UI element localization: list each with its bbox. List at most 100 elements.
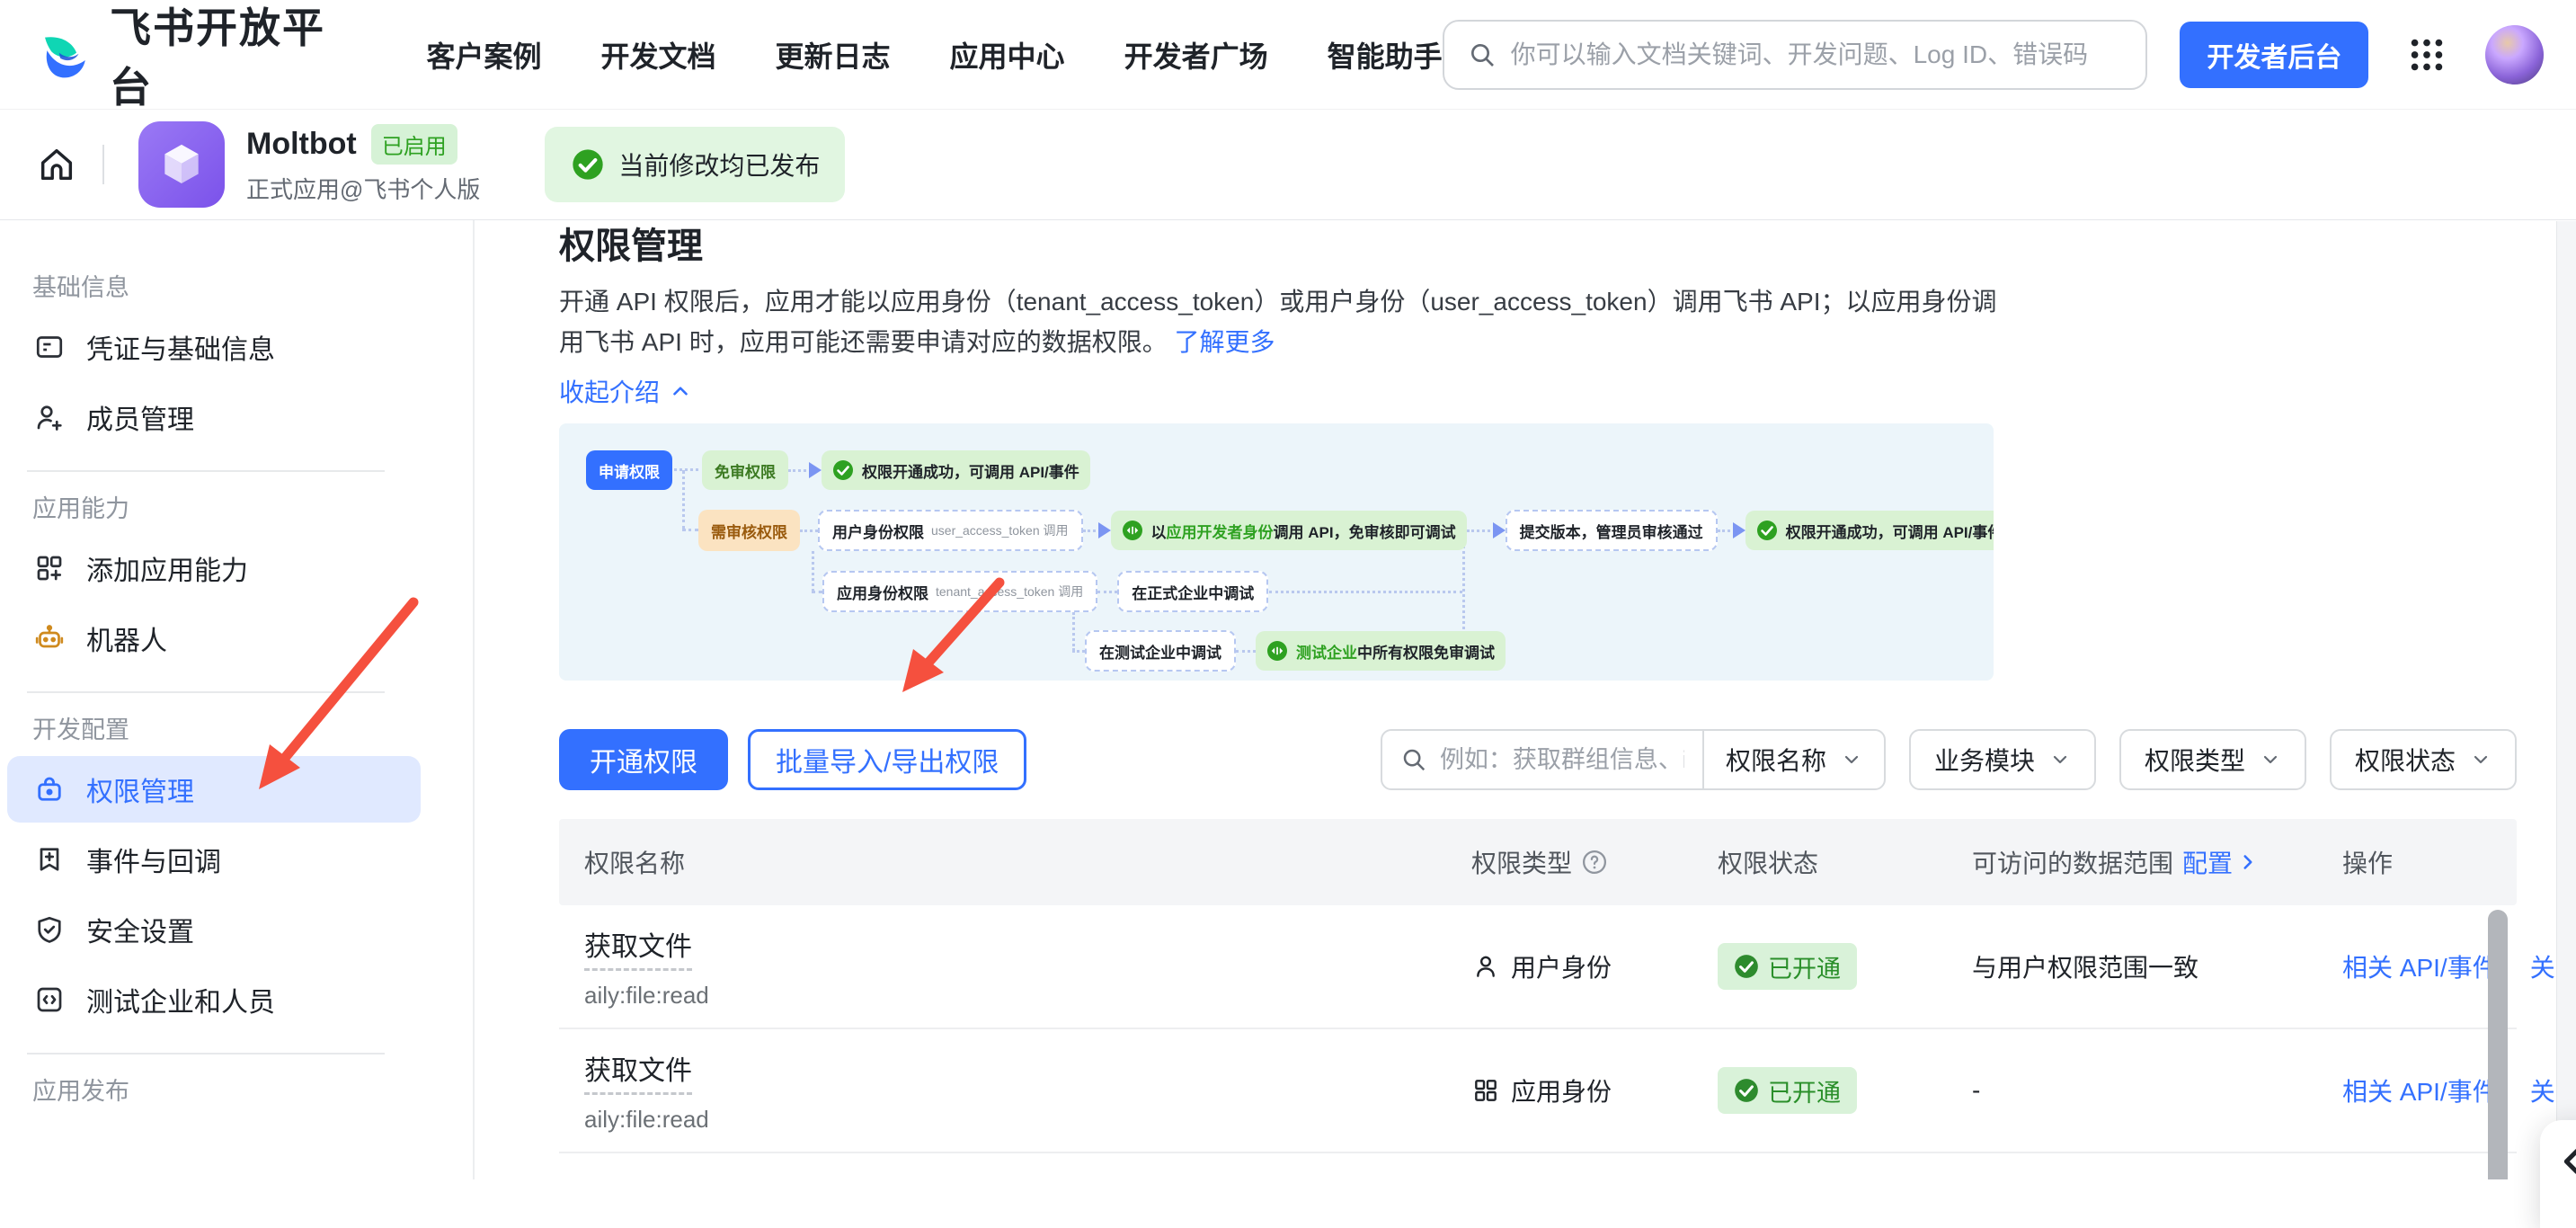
permission-type-cell: 用户身份 <box>1471 948 1718 984</box>
sidebar-item-security[interactable]: 安全设置 <box>7 896 421 963</box>
search-icon <box>1400 746 1427 773</box>
app-header-bar: Moltbot 已启用 正式应用@飞书个人版 当前修改均已发布 <box>0 110 2576 220</box>
divider <box>27 691 385 693</box>
search-field-select[interactable]: 权限名称 <box>1704 742 1884 778</box>
related-api-link[interactable]: 相关 API/事件 <box>2342 948 2498 984</box>
chevron-left-icon[interactable] <box>2554 1143 2576 1179</box>
apps-grid-icon[interactable] <box>2406 34 2447 76</box>
divider <box>27 1053 385 1054</box>
nav-item-app-center[interactable]: 应用中心 <box>950 34 1065 76</box>
diagram-row-apply: 申请权限 免审权限 权限开通成功，可调用 API/事件 <box>586 450 1090 490</box>
check-circle-icon <box>1756 520 1778 541</box>
credential-card-icon <box>32 330 67 364</box>
learn-more-link[interactable]: 了解更多 <box>1174 328 1275 356</box>
permission-name-cell: 获取文件 aily:file:read <box>559 924 1471 1010</box>
sidebar-item-label: 安全设置 <box>86 910 194 949</box>
user-identity-icon <box>1471 952 1500 981</box>
publish-status-pill: 当前修改均已发布 <box>545 127 845 202</box>
check-circle-icon <box>832 459 854 481</box>
permission-search: 权限名称 <box>1381 729 1886 790</box>
connector <box>800 529 818 532</box>
nav-item-docs[interactable]: 开发文档 <box>601 34 716 76</box>
chevron-down-icon <box>2260 749 2281 770</box>
app-identity-icon <box>1471 1076 1500 1105</box>
sidebar: 基础信息 凭证与基础信息 成员管理 应用能力 添加应用能力 <box>0 220 475 1179</box>
page-title: 权限管理 <box>559 226 2554 267</box>
app-enabled-badge: 已启用 <box>371 124 457 165</box>
permission-name[interactable]: 获取文件 <box>584 924 692 971</box>
related-api-link[interactable]: 相关 API/事件 <box>2342 1072 2498 1108</box>
status-badge: 已开通 <box>1718 943 1857 990</box>
col-header-scope: 可访问的数据范围 配置 <box>1972 844 2342 880</box>
node-apply-permission: 申请权限 <box>586 450 672 490</box>
connector <box>812 591 822 593</box>
help-icon[interactable] <box>1581 849 1608 876</box>
open-permission-button[interactable]: 开通权限 <box>559 729 728 790</box>
node-label: 以应用开发者身份调用 API，免审核即可调试 <box>1151 520 1456 542</box>
app-name: Moltbot <box>246 127 357 162</box>
robot-icon <box>32 621 67 655</box>
nav-item-changelog[interactable]: 更新日志 <box>776 34 891 76</box>
chevron-down-icon <box>1841 749 1862 770</box>
chevron-up-icon <box>669 379 692 403</box>
sidebar-item-permissions[interactable]: 权限管理 <box>7 756 421 823</box>
data-scope-cell: 与用户权限范围一致 <box>1972 948 2342 984</box>
table-header: 权限名称 权限类型 权限状态 可访问的数据范围 配置 操作 <box>559 819 2517 905</box>
chevron-down-icon <box>2049 749 2071 770</box>
permission-name[interactable]: 获取文件 <box>584 1048 692 1095</box>
sidebar-item-label: 凭证与基础信息 <box>86 327 275 367</box>
user-avatar[interactable] <box>2485 25 2544 85</box>
divider <box>102 145 104 184</box>
bookmark-plus-icon <box>32 842 67 877</box>
nav-item-dev-plaza[interactable]: 开发者广场 <box>1124 34 1268 76</box>
node-app-identity-perm: 应用身份权限 tenant_access_token 调用 <box>822 571 1097 612</box>
table-scrollbar-thumb[interactable] <box>2488 910 2508 1179</box>
module-filter-select[interactable]: 业务模块 <box>1909 729 2096 790</box>
diagram-row-app-identity: 应用身份权限 tenant_access_token 调用 在正式企业中调试 <box>822 571 1268 612</box>
sidebar-item-bot[interactable]: 机器人 <box>7 605 421 672</box>
app-icon <box>138 121 225 208</box>
sidebar-item-label: 事件与回调 <box>86 840 221 879</box>
permission-search-input[interactable] <box>1440 746 1684 774</box>
sidebar-item-members[interactable]: 成员管理 <box>7 384 421 450</box>
permission-type: 用户身份 <box>1511 948 1612 984</box>
node-label: 在测试企业中调试 <box>1099 640 1221 663</box>
connector <box>1236 650 1256 653</box>
sidebar-section-publish: 应用发布 <box>32 1076 473 1107</box>
batch-import-export-button[interactable]: 批量导入/导出权限 <box>748 729 1026 790</box>
filter-group: 权限名称 业务模块 权限类型 权限状态 <box>1381 729 2517 790</box>
node-label: 权限开通成功，可调用 API/事件 <box>1786 520 1994 542</box>
nav-menu: 客户案例 开发文档 更新日志 应用中心 开发者广场 智能助手 <box>427 34 1443 76</box>
global-search[interactable] <box>1443 20 2148 90</box>
nav-item-assistant[interactable]: 智能助手 <box>1328 34 1443 76</box>
type-filter-value: 权限类型 <box>2145 742 2245 778</box>
sidebar-item-add-capability[interactable]: 添加应用能力 <box>7 535 421 601</box>
permission-search-field[interactable] <box>1382 746 1702 774</box>
page-scrollbar-track[interactable] <box>2556 221 2576 1179</box>
collapse-intro-link[interactable]: 收起介绍 <box>559 373 692 409</box>
permission-code: aily:file:read <box>584 1106 1471 1134</box>
check-circle-icon <box>1734 954 1759 979</box>
dev-console-button[interactable]: 开发者后台 <box>2180 22 2368 88</box>
search-input[interactable] <box>1511 40 2123 69</box>
top-nav: 飞书开放平台 客户案例 开发文档 更新日志 应用中心 开发者广场 智能助手 开发… <box>0 0 2576 110</box>
nav-item-cases[interactable]: 客户案例 <box>427 34 542 76</box>
node-success-1: 权限开通成功，可调用 API/事件 <box>822 450 1090 490</box>
sidebar-item-events[interactable]: 事件与回调 <box>7 826 421 893</box>
floating-collapse-widget[interactable] <box>2540 1120 2576 1228</box>
status-filter-select[interactable]: 权限状态 <box>2330 729 2517 790</box>
collapse-intro-label: 收起介绍 <box>559 373 660 409</box>
type-filter-select[interactable]: 权限类型 <box>2119 729 2306 790</box>
sidebar-item-test-org[interactable]: 测试企业和人员 <box>7 966 421 1033</box>
node-need-review: 需审核权限 <box>698 510 800 551</box>
scope-config-link[interactable]: 配置 <box>2182 844 2260 880</box>
permission-table: 权限名称 权限类型 权限状态 可访问的数据范围 配置 操作 <box>559 819 2517 1153</box>
sidebar-item-credentials[interactable]: 凭证与基础信息 <box>7 314 421 380</box>
permission-status-cell: 已开通 <box>1718 1067 1972 1114</box>
app-subtitle: 正式应用@飞书个人版 <box>246 172 480 205</box>
node-no-review: 免审权限 <box>702 450 788 490</box>
token-label: tenant_access_token 调用 <box>936 583 1083 601</box>
brand-logo[interactable]: 飞书开放平台 <box>40 0 362 114</box>
home-icon[interactable] <box>36 144 77 185</box>
node-label: 用户身份权限 <box>832 520 924 542</box>
